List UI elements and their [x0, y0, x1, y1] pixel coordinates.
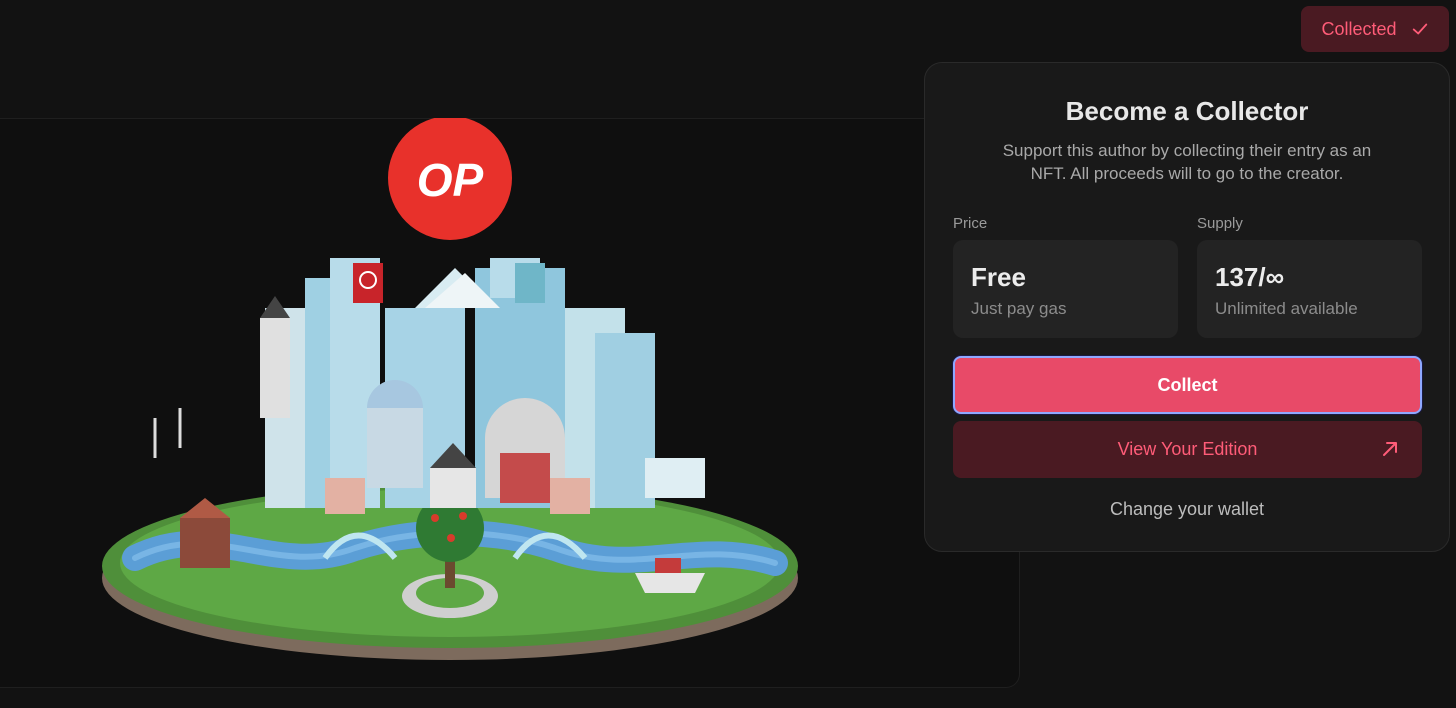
panel-description: Support this author by collecting their … [1002, 141, 1372, 183]
floating-island-city-illustration: OP [102, 118, 798, 660]
external-arrow-icon [1383, 442, 1397, 456]
supply-card: 137/∞ Unlimited available [1197, 240, 1422, 338]
change-wallet-link[interactable]: Change your wallet [925, 499, 1449, 520]
price-card: Free Just pay gas [953, 240, 1178, 338]
price-sub: Just pay gas [971, 299, 1067, 318]
collector-panel: Become a Collector Support this author b… [924, 62, 1450, 552]
supply-label: Supply [1197, 215, 1243, 232]
panel-title: Become a Collector [1065, 96, 1309, 126]
view-edition-button[interactable]: View Your Edition [953, 421, 1422, 478]
supply-value: 137/∞ [1215, 262, 1285, 292]
price-label: Price [953, 215, 988, 232]
check-icon [1412, 23, 1427, 35]
collected-badge[interactable]: Collected [1301, 6, 1449, 52]
collect-button[interactable]: Collect [953, 356, 1422, 414]
op-badge-text: OP [417, 154, 484, 206]
collected-label: Collected [1321, 18, 1397, 39]
view-edition-label: View Your Edition [1117, 439, 1258, 459]
price-value: Free [971, 262, 1026, 292]
supply-sub: Unlimited available [1215, 299, 1358, 318]
